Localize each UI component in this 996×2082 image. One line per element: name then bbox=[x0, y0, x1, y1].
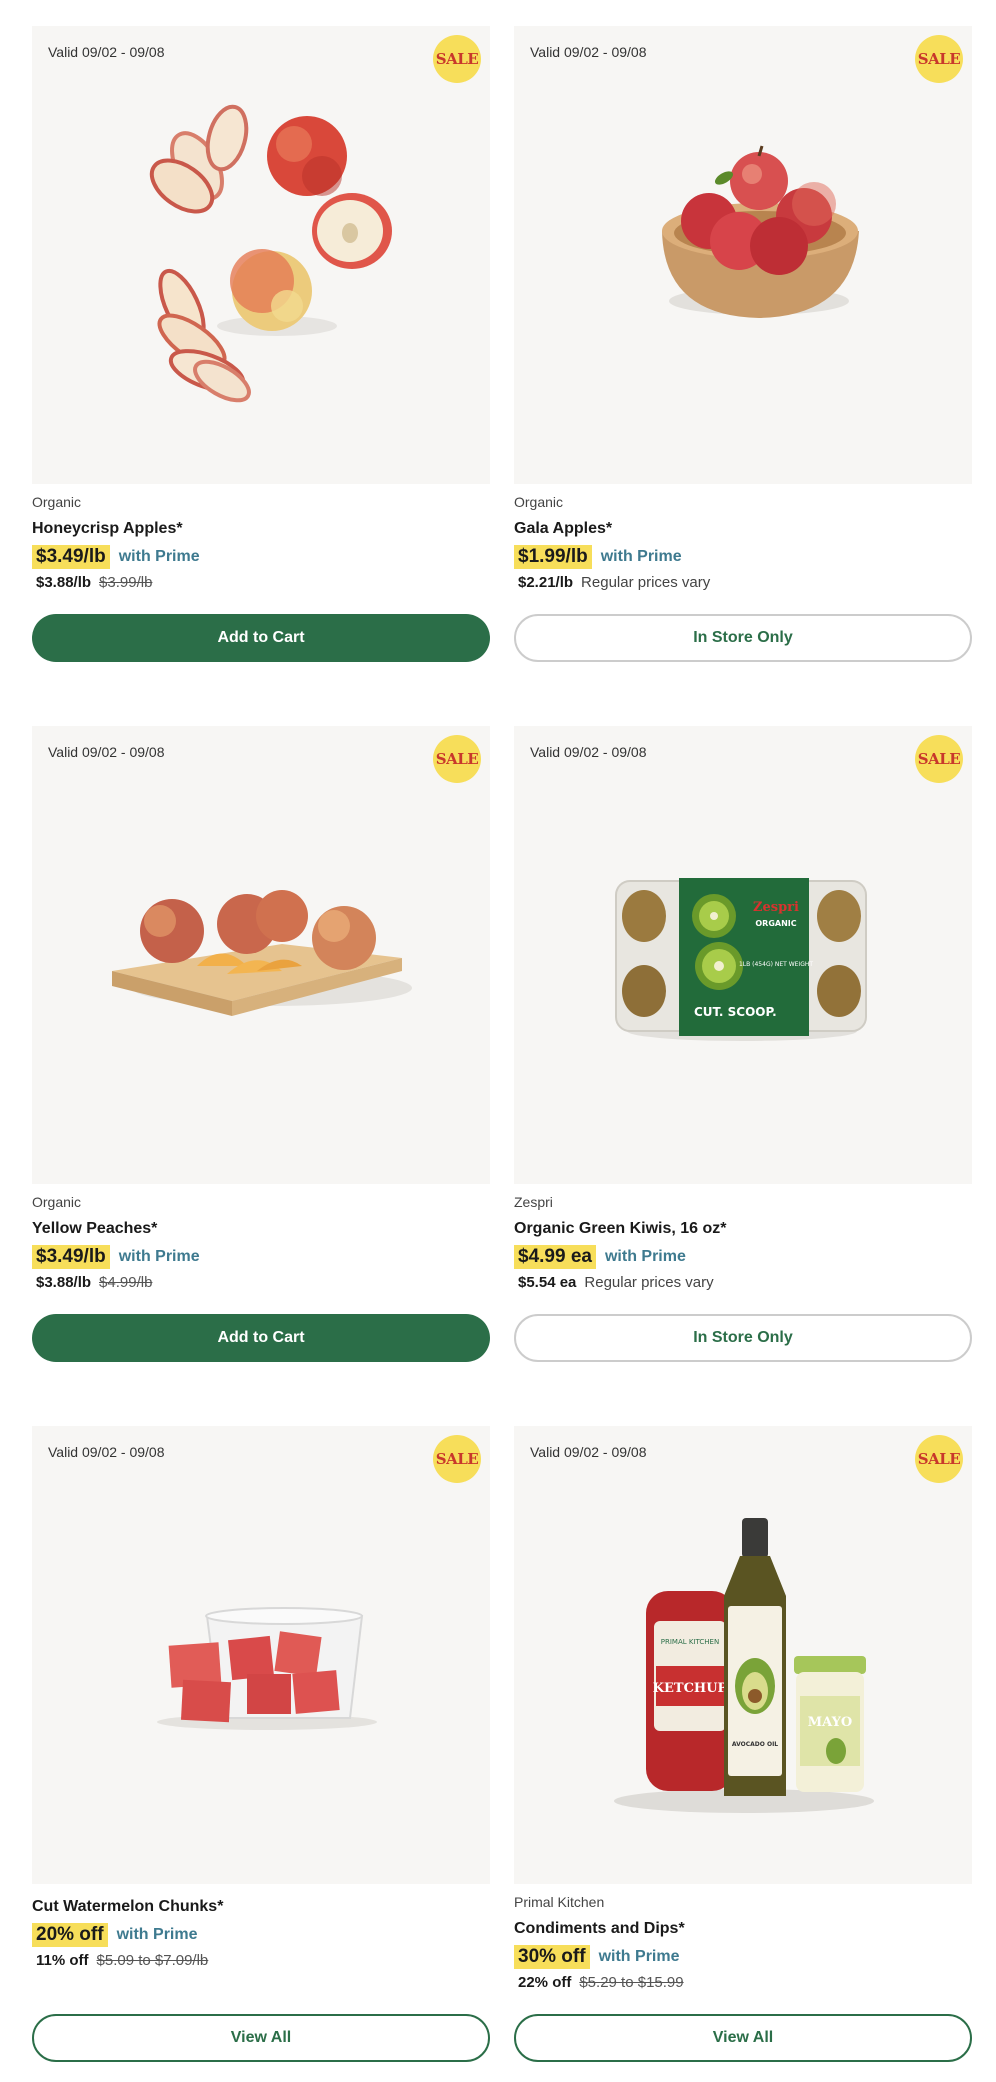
sale-price: 20% off bbox=[32, 1923, 108, 1947]
product-card-yellow-peaches[interactable]: Valid 09/02 - 09/08 SALE Organic Yellow … bbox=[32, 726, 490, 1291]
regular-price: $3.88/lb bbox=[36, 574, 92, 591]
in-store-only-button[interactable]: In Store Only bbox=[514, 1314, 972, 1362]
valid-dates: Valid 09/02 - 09/08 bbox=[530, 44, 647, 60]
product-card-cut-watermelon-chunks[interactable]: Valid 09/02 - 09/08 SALE Cut Watermelon … bbox=[32, 1426, 490, 1969]
product-title[interactable]: Gala Apples* bbox=[514, 520, 972, 538]
product-image-condiments-and-dips[interactable]: PRIMAL KITCHEN KETCHUP AVOCADO OIL MAYO … bbox=[514, 1426, 972, 1884]
sale-price: $4.99 ea bbox=[514, 1245, 596, 1269]
product-image-yellow-peaches[interactable]: Valid 09/02 - 09/08 SALE bbox=[32, 726, 490, 1184]
price-note: Regular prices vary bbox=[584, 1274, 714, 1291]
strike-price: $5.29 to $15.99 bbox=[579, 1974, 684, 1991]
view-all-button[interactable]: View All bbox=[514, 2014, 972, 2062]
regular-price: 22% off bbox=[518, 1974, 572, 1991]
prime-label: with Prime bbox=[604, 1248, 686, 1265]
valid-dates: Valid 09/02 - 09/08 bbox=[530, 1444, 647, 1460]
sale-price: $3.49/lb bbox=[32, 1245, 110, 1269]
sale-price: $1.99/lb bbox=[514, 545, 592, 569]
condiments-image: PRIMAL KITCHEN KETCHUP AVOCADO OIL MAYO bbox=[614, 1518, 874, 1813]
kiwi-tag-text: CUT. SCOOP. bbox=[694, 1005, 777, 1019]
sale-badge: SALE bbox=[433, 1435, 481, 1483]
kiwi-brand-text: Zespri bbox=[753, 900, 799, 915]
add-to-cart-button[interactable]: Add to Cart bbox=[32, 614, 490, 662]
prime-label: with Prime bbox=[118, 548, 200, 565]
product-image-cut-watermelon-chunks[interactable]: Valid 09/02 - 09/08 SALE bbox=[32, 1426, 490, 1884]
oil-label-text: AVOCADO OIL bbox=[732, 1741, 778, 1748]
yellow-peaches-image bbox=[112, 890, 412, 1016]
regular-price: $5.54 ea bbox=[518, 1274, 577, 1291]
prime-label: with Prime bbox=[116, 1926, 198, 1943]
sale-badge: SALE bbox=[433, 35, 481, 83]
sale-badge: SALE bbox=[915, 735, 963, 783]
prime-label: with Prime bbox=[600, 548, 682, 565]
product-brand: Organic bbox=[514, 494, 564, 510]
valid-dates: Valid 09/02 - 09/08 bbox=[48, 1444, 165, 1460]
ketchup-brand-text: PRIMAL KITCHEN bbox=[661, 1638, 719, 1646]
view-all-button[interactable]: View All bbox=[32, 2014, 490, 2062]
product-title[interactable]: Honeycrisp Apples* bbox=[32, 520, 490, 538]
product-title[interactable]: Cut Watermelon Chunks* bbox=[32, 1898, 490, 1916]
product-card-honeycrisp-apples[interactable]: Valid 09/02 - 09/08 SALE Organic Honeycr… bbox=[32, 26, 490, 591]
sale-price: $3.49/lb bbox=[32, 545, 110, 569]
mayo-label-text: MAYO bbox=[808, 1715, 852, 1730]
valid-dates: Valid 09/02 - 09/08 bbox=[48, 744, 165, 760]
product-title[interactable]: Yellow Peaches* bbox=[32, 1220, 490, 1238]
strike-price: $4.99/lb bbox=[99, 1274, 153, 1291]
product-card-organic-green-kiwis[interactable]: Zespri ORGANIC 1LB (454G) NET WEIGHT CUT… bbox=[514, 726, 972, 1291]
price-note: Regular prices vary bbox=[581, 574, 711, 591]
sale-price: 30% off bbox=[514, 1945, 590, 1969]
product-brand: Zespri bbox=[514, 1194, 553, 1210]
regular-price: 11% off bbox=[36, 1952, 89, 1969]
sale-badge: SALE bbox=[915, 1435, 963, 1483]
product-card-condiments-and-dips[interactable]: PRIMAL KITCHEN KETCHUP AVOCADO OIL MAYO … bbox=[514, 1426, 972, 1991]
kiwi-clamshell-image: Zespri ORGANIC 1LB (454G) NET WEIGHT CUT… bbox=[615, 878, 867, 1041]
gala-apples-image bbox=[662, 145, 859, 318]
product-image-honeycrisp-apples[interactable]: Valid 09/02 - 09/08 SALE bbox=[32, 26, 490, 484]
prime-label: with Prime bbox=[598, 1948, 680, 1965]
product-image-organic-green-kiwis[interactable]: Zespri ORGANIC 1LB (454G) NET WEIGHT CUT… bbox=[514, 726, 972, 1184]
regular-price: $2.21/lb bbox=[518, 574, 574, 591]
regular-price: $3.88/lb bbox=[36, 1274, 92, 1291]
add-to-cart-button[interactable]: Add to Cart bbox=[32, 1314, 490, 1362]
valid-dates: Valid 09/02 - 09/08 bbox=[530, 744, 647, 760]
sale-badge: SALE bbox=[433, 735, 481, 783]
strike-price: $5.09 to $7.09/lb bbox=[96, 1952, 209, 1969]
product-brand: Organic bbox=[32, 494, 82, 510]
watermelon-chunks-image bbox=[157, 1607, 377, 1730]
honeycrisp-apples-image bbox=[149, 104, 392, 403]
product-brand: Organic bbox=[32, 1194, 82, 1210]
product-image-gala-apples[interactable]: Valid 09/02 - 09/08 SALE bbox=[514, 26, 972, 484]
ketchup-label-text: KETCHUP bbox=[653, 1681, 728, 1696]
sale-badge: SALE bbox=[915, 35, 963, 83]
product-card-gala-apples[interactable]: Valid 09/02 - 09/08 SALE Organic Gala Ap… bbox=[514, 26, 972, 591]
prime-label: with Prime bbox=[118, 1248, 200, 1265]
product-brand: Primal Kitchen bbox=[514, 1894, 605, 1910]
strike-price: $3.99/lb bbox=[99, 574, 153, 591]
kiwi-organic-text: ORGANIC bbox=[755, 919, 796, 928]
product-title[interactable]: Organic Green Kiwis, 16 oz* bbox=[514, 1220, 972, 1238]
in-store-only-button[interactable]: In Store Only bbox=[514, 614, 972, 662]
kiwi-weight-text: 1LB (454G) NET WEIGHT bbox=[739, 961, 813, 968]
product-title[interactable]: Condiments and Dips* bbox=[514, 1920, 972, 1938]
valid-dates: Valid 09/02 - 09/08 bbox=[48, 44, 165, 60]
